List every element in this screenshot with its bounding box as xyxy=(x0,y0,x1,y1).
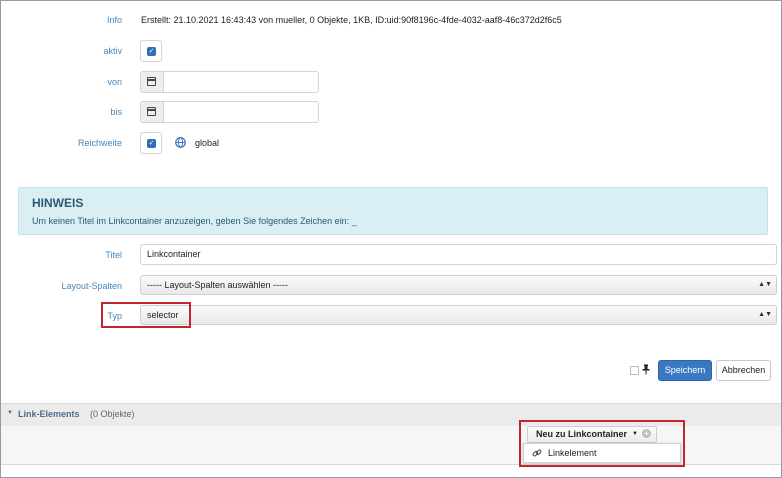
von-date-field[interactable] xyxy=(140,71,319,93)
von-calendar-button[interactable] xyxy=(141,72,164,92)
select-arrows-icon: ▲▼ xyxy=(758,281,772,288)
reichweite-value: global xyxy=(195,138,220,148)
hint-text: Um keinen Titel im Linkcontainer anzuzei… xyxy=(32,216,357,226)
globe-icon xyxy=(175,137,186,148)
aktiv-label: aktiv xyxy=(103,46,122,56)
checkmark-icon: ✓ xyxy=(147,139,156,148)
hint-heading: HINWEIS xyxy=(32,196,84,210)
layout-label: Layout-Spalten xyxy=(61,281,122,291)
highlight-dropdown xyxy=(519,420,685,467)
cancel-button[interactable]: Abbrechen xyxy=(716,360,771,381)
keep-open-checkbox[interactable] xyxy=(630,366,639,375)
bis-calendar-button[interactable] xyxy=(141,102,164,122)
info-label: Info xyxy=(106,15,122,25)
von-label: von xyxy=(107,77,122,87)
titel-input[interactable]: Linkcontainer xyxy=(140,244,777,265)
calendar-icon xyxy=(147,77,156,86)
info-value: Erstellt: 21.10.2021 16:43:43 von muelle… xyxy=(141,15,562,25)
layout-select[interactable]: ----- Layout-Spalten auswählen ----- ▲▼ xyxy=(140,275,777,295)
select-arrows-icon: ▲▼ xyxy=(758,311,772,318)
highlight-typ xyxy=(101,302,191,328)
checkmark-icon: ✓ xyxy=(147,47,156,56)
link-elements-count: (0 Objekte) xyxy=(90,409,135,419)
reichweite-checkbox[interactable]: ✓ xyxy=(140,132,162,154)
aktiv-checkbox[interactable]: ✓ xyxy=(140,40,162,62)
hint-box: HINWEIS Um keinen Titel im Linkcontainer… xyxy=(18,187,768,235)
reichweite-label: Reichweite xyxy=(77,138,122,148)
save-button[interactable]: Speichern xyxy=(658,360,712,381)
titel-label: Titel xyxy=(105,250,122,260)
typ-select[interactable]: selector ▲▼ xyxy=(140,305,777,325)
layout-select-value: ----- Layout-Spalten auswählen ----- xyxy=(147,280,289,290)
bis-date-field[interactable] xyxy=(140,101,319,123)
collapse-caret-icon[interactable]: ▼ xyxy=(7,410,13,416)
bis-label: bis xyxy=(110,107,122,117)
link-elements-label: Link-Elements xyxy=(18,409,80,419)
pin-icon[interactable] xyxy=(642,364,650,375)
calendar-icon xyxy=(147,107,156,116)
